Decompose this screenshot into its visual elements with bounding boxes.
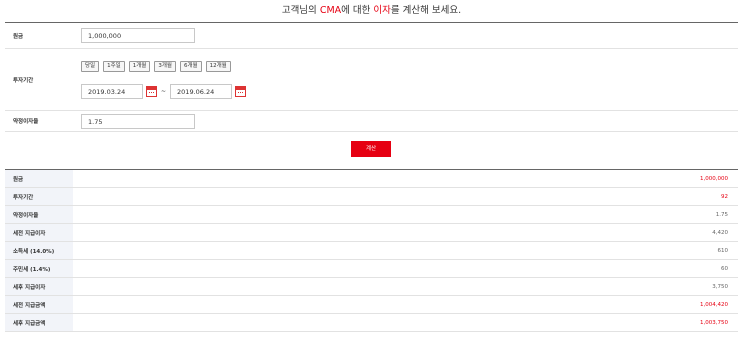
result-row: 투자기간 92	[5, 188, 738, 206]
result-value: 92	[721, 193, 728, 200]
result-label: 세후 지급이자	[5, 278, 73, 295]
end-date-input[interactable]: 2019.06.24	[170, 83, 233, 99]
period-button-group: 당일 1주일 1개월 3개월 6개월 12개월	[81, 60, 231, 72]
principal-row: 원금 1,000,000	[5, 23, 738, 49]
end-calendar-icon[interactable]	[235, 85, 247, 97]
result-value: 610	[717, 247, 729, 254]
principal-label: 원금	[13, 33, 24, 40]
result-label: 원금	[5, 170, 73, 187]
rate-row: 약정이자율 1.75	[5, 111, 738, 132]
date-separator: ~	[161, 87, 167, 95]
result-label: 세전 지급금액	[5, 296, 73, 313]
title-highlight-cma: CMA	[319, 5, 342, 16]
result-value: 1.75	[715, 211, 728, 218]
result-label: 세전 지급이자	[5, 224, 73, 241]
calculator-form: 원금 1,000,000 투자기간 당일 1주일 1개월 3개월 6개월 12개…	[5, 22, 738, 132]
period-label: 투자기간	[13, 77, 34, 84]
period-button-12months[interactable]: 12개월	[205, 60, 231, 72]
result-row: 세후 지급이자 3,750	[5, 278, 738, 296]
start-date-input[interactable]: 2019.03.24	[81, 83, 143, 99]
period-row: 투자기간 당일 1주일 1개월 3개월 6개월 12개월 2019.03.24 …	[5, 49, 738, 111]
page-title: 고객님의 CMA에 대한 이자를 계산해 보세요.	[0, 0, 743, 22]
result-row: 세후 지급금액 1,003,750	[5, 314, 738, 332]
title-highlight-interest: 이자	[373, 5, 391, 16]
result-label: 투자기간	[5, 188, 73, 205]
principal-input[interactable]: 1,000,000	[81, 28, 195, 43]
period-button-6months[interactable]: 6개월	[180, 60, 202, 72]
result-row: 세전 지급금액 1,004,420	[5, 296, 738, 314]
title-text-3: 를 계산해 보세요.	[390, 5, 462, 16]
rate-label: 약정이자율	[13, 119, 39, 125]
result-value: 4,420	[712, 229, 728, 236]
result-label: 주민세 (1.4%)	[5, 260, 73, 277]
result-label: 소득세 (14.0%)	[5, 242, 73, 259]
date-range: 2019.03.24 ~ 2019.06.24	[81, 83, 247, 99]
period-button-3months[interactable]: 3개월	[154, 60, 176, 72]
result-row: 주민세 (1.4%) 60	[5, 260, 738, 278]
period-button-today[interactable]: 당일	[81, 60, 100, 72]
result-row: 약정이자율 1.75	[5, 206, 738, 224]
result-table: 원금 1,000,000 투자기간 92 약정이자율 1.75 세전 지급이자 4,420 소득…	[5, 169, 738, 332]
result-row: 세전 지급이자 4,420	[5, 224, 738, 242]
result-value: 3,750	[712, 283, 728, 290]
result-label: 세후 지급금액	[5, 314, 73, 331]
calculate-button[interactable]: 계산	[351, 141, 391, 157]
title-text-2: 에 대한	[341, 5, 374, 16]
rate-input[interactable]: 1.75	[81, 113, 195, 129]
period-button-1week[interactable]: 1주일	[103, 60, 125, 72]
result-value: 60	[721, 265, 728, 272]
result-label: 약정이자율	[5, 206, 73, 223]
result-row: 원금 1,000,000	[5, 170, 738, 188]
result-value: 1,003,750	[700, 319, 728, 326]
result-row: 소득세 (14.0%) 610	[5, 242, 738, 260]
title-text-1: 고객님의	[281, 5, 320, 16]
result-value: 1,004,420	[700, 301, 728, 308]
result-value: 1,000,000	[700, 175, 728, 182]
period-button-1month[interactable]: 1개월	[128, 60, 151, 72]
start-calendar-icon[interactable]	[146, 85, 157, 97]
